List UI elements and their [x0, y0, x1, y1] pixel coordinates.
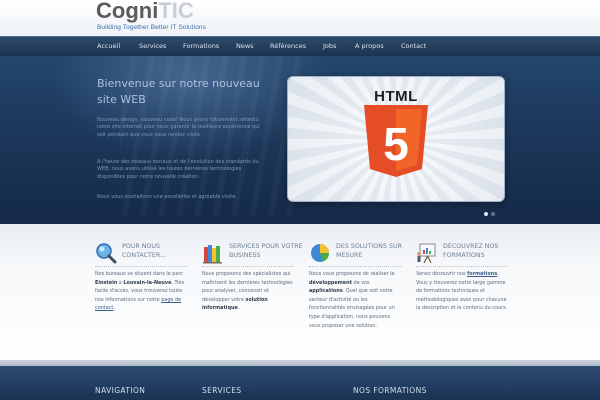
html5-shield-icon: 5 — [364, 105, 428, 177]
hero-banner: Bienvenue sur notre nouveau site WEB Nou… — [0, 56, 600, 224]
nav-item-contact[interactable]: Contact — [401, 37, 426, 56]
feature-text-strong: Einstein — [95, 279, 118, 286]
site-footer: NAVIGATION SERVICES NOS FORMATIONS — [0, 366, 600, 400]
feature-link[interactable]: formations — [467, 271, 497, 277]
feature-title: Découvrez nos formations — [443, 243, 499, 259]
html5-label: HTML — [374, 88, 418, 105]
slider-dot-2[interactable] — [491, 212, 495, 216]
feature-text: Nos bureaux se situent dans le parc Eins… — [95, 270, 187, 313]
feature-text-strong: Louvain-la-Neuve — [123, 279, 172, 286]
html5-badge-number: 5 — [383, 118, 409, 170]
nav-item-a-propos[interactable]: A propos — [355, 37, 384, 56]
nav-item-references[interactable]: Références — [270, 37, 306, 56]
feature-text-run: Venez découvrir nos — [416, 271, 468, 277]
footer-heading-navigation: NAVIGATION — [95, 386, 146, 395]
nav-item-news[interactable]: News — [236, 37, 254, 56]
features-section: Pour nous contacter... Nos bureaux se si… — [0, 224, 600, 360]
cognitic-logo[interactable]: CogniTIC Building Together Better IT Sol… — [96, 0, 236, 35]
logo-wordmark: CogniTIC — [96, 0, 194, 24]
feature-divider — [309, 266, 401, 267]
books-icon — [203, 245, 222, 264]
presentation-board-icon — [417, 243, 436, 264]
feature-text: Nous proposons des spécialistes qui maît… — [202, 270, 294, 313]
feature-text-run: . — [113, 305, 115, 312]
feature-text-run: . Quel que soit votre secteur d'activité… — [309, 288, 395, 329]
feature-text: Nous vous proposons de réaliser le dével… — [309, 270, 401, 330]
nav-item-accueil[interactable]: Accueil — [97, 37, 120, 56]
nav-item-jobs[interactable]: Jobs — [323, 37, 336, 56]
feature-text-run: . Vous y trouverez notre large gamme de … — [416, 271, 508, 312]
feature-divider — [416, 266, 508, 267]
slider-dot-1[interactable] — [484, 212, 488, 216]
hero-paragraph-1: Nouveau design, nouveau code! Nous avons… — [97, 117, 260, 138]
feature-divider — [202, 266, 294, 267]
footer-heading-services: SERVICES — [202, 386, 242, 395]
feature-text: Venez découvrir nos formations. Vous y t… — [416, 270, 508, 313]
pie-chart-icon — [311, 244, 329, 262]
feature-text-run: Nos bureaux se situent dans le parc — [95, 271, 183, 277]
logo-word-accent: TIC — [158, 0, 194, 23]
footer-heading-formations: NOS FORMATIONS — [353, 386, 427, 395]
feature-title: Services pour votre business — [229, 243, 303, 259]
magnifier-icon — [96, 243, 117, 264]
feature-text-run: . — [237, 305, 240, 312]
nav-item-formations[interactable]: Formations — [183, 37, 219, 56]
main-navigation: Accueil Services Formations News Référen… — [0, 36, 600, 57]
hero-paragraph-2: A l'heure des réseaux sociaux et de l'év… — [97, 159, 259, 180]
nav-item-services[interactable]: Services — [139, 37, 166, 56]
hero-paragraph-3: Nous vous souhaitons une excellente et a… — [97, 194, 237, 200]
site-header: CogniTIC Building Together Better IT Sol… — [0, 0, 600, 36]
feature-text-run: Nous vous proposons de réaliser le — [309, 271, 395, 277]
feature-title: Des solutions sur mesure — [336, 243, 402, 259]
logo-word-main: Cogni — [96, 0, 159, 23]
feature-divider — [95, 266, 187, 267]
feature-text-strong: développement — [309, 279, 352, 286]
hero-title: Bienvenue sur notre nouveau site WEB — [97, 77, 260, 106]
feature-text-strong: applications — [309, 288, 343, 295]
logo-tagline: Building Together Better IT Solutions — [97, 24, 206, 31]
feature-title: Pour nous contacter... — [122, 243, 166, 259]
feature-text-run: de vos — [351, 279, 370, 286]
